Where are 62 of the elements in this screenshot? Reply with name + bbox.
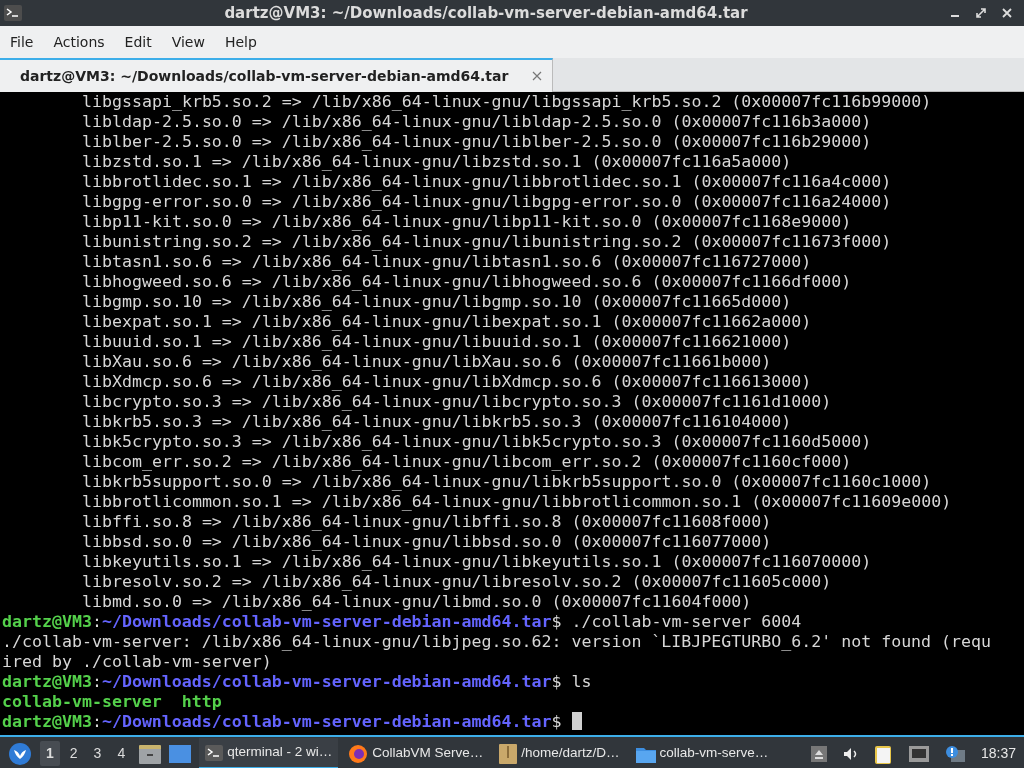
terminal-line: libmd.so.0 => /lib/x86_64-linux-gnu/libmd.so.0 (0x00007fc11604f000): [81, 592, 753, 612]
file-name: http: [181, 692, 222, 711]
browser-icon: [348, 743, 369, 764]
terminal-icon: [205, 744, 224, 761]
terminal-line: liblber-2.5.so.0 => /lib/x86_64-linux-gnu/liblber-2.5.so.0 (0x00007fc116b29000): [81, 132, 873, 152]
tab[interactable]: dartz@VM3: ~/Downloads/collab-vm-server-debian-amd64.tar: [0, 58, 554, 92]
terminal-line: libkeyutils.so.1 => /lib/x86_64-linux-gnu/libkeyutils.so.1 (0x00007fc116070000): [81, 552, 873, 572]
terminal-line: libbsd.so.0 => /lib/x86_64-linux-gnu/libbsd.so.0 (0x00007fc116077000): [81, 532, 773, 552]
menu-item[interactable]: Help: [214, 31, 267, 53]
terminal-prompt: dartz@VM3:~/Downloads/collab-vm-server-debian-amd64.tar$ ls: [2, 672, 592, 691]
terminal-line: libcrypto.so.3 => /lib/x86_64-linux-gnu/libcrypto.so.3 (0x00007fc1161d1000): [81, 392, 833, 412]
terminal-line: libgmp.so.10 => /lib/x86_64-linux-gnu/libgmp.so.10 (0x00007fc11665d000): [81, 292, 793, 312]
workspace-button[interactable]: 4: [111, 741, 132, 766]
network-icon[interactable]: [908, 745, 929, 762]
taskbar-button[interactable]: qterminal - 2 wi…: [199, 738, 339, 768]
terminal-line: ired by ./collab-vm-server): [2, 652, 273, 672]
close-icon[interactable]: [532, 71, 543, 81]
maximize-icon[interactable]: [976, 8, 986, 18]
terminal-line: libgpg-error.so.0 => /lib/x86_64-linux-gnu/libgpg-error.so.0 (0x00007fc116a24000): [81, 192, 893, 212]
terminal-line: libkrb5support.so.0 => /lib/x86_64-linux-gnu/libkrb5support.so.0 (0x00007fc1160c1000): [81, 472, 933, 492]
workspace-button[interactable]: 1: [40, 741, 60, 766]
terminal-line: libXdmcp.so.6 => /lib/x86_64-linux-gnu/libXdmcp.so.6 (0x00007fc116613000): [81, 372, 813, 392]
workspace-button[interactable]: 3: [87, 741, 108, 766]
terminal-line: libuuid.so.1 => /lib/x86_64-linux-gnu/libuuid.so.1 (0x00007fc116621000): [81, 332, 793, 352]
window-title: dartz@VM3: ~/Downloads/collab-vm-server-debian-amd64.tar: [223, 2, 749, 24]
terminal-prompt: dartz@VM3:~/Downloads/collab-vm-server-debian-amd64.tar$ ./collab-vm-server 6004: [2, 612, 802, 631]
start-menu-icon[interactable]: [8, 741, 32, 766]
taskbar-button[interactable]: collab-vm-serve…: [629, 738, 775, 768]
menu-item[interactable]: View: [161, 31, 215, 53]
terminal-line: libtasn1.so.6 => /lib/x86_64-linux-gnu/libtasn1.so.6 (0x00007fc116727000): [81, 252, 813, 272]
menu-item[interactable]: Edit: [114, 31, 162, 53]
terminal-line: libffi.so.8 => /lib/x86_64-linux-gnu/libffi.so.8 (0x00007fc11608f000): [81, 512, 773, 532]
terminal-line: libXau.so.6 => /lib/x86_64-linux-gnu/libXau.so.6 (0x00007fc11661b000): [81, 352, 773, 372]
terminal-prompt: dartz@VM3:~/Downloads/collab-vm-server-debian-amd64.tar$: [2, 712, 562, 731]
terminal-icon: [4, 5, 22, 21]
terminal-line: libkrb5.so.3 => /lib/x86_64-linux-gnu/libkrb5.so.3 (0x00007fc116104000): [81, 412, 793, 432]
desktop-icon[interactable]: [169, 744, 192, 763]
terminal-line: libexpat.so.1 => /lib/x86_64-linux-gnu/libexpat.so.1 (0x00007fc11662a000): [81, 312, 813, 332]
terminal-line: libcom_err.so.2 => /lib/x86_64-linux-gnu/libcom_err.so.2 (0x00007fc1160cf000): [81, 452, 853, 472]
eject-icon[interactable]: [810, 745, 827, 762]
terminal-line: libhogweed.so.6 => /lib/x86_64-linux-gnu/libhogweed.so.6 (0x00007fc1166df000): [81, 272, 853, 292]
terminal-line: libzstd.so.1 => /lib/x86_64-linux-gnu/libzstd.so.1 (0x00007fc116a5a000): [81, 152, 793, 172]
terminal-line: libbrotlidec.so.1 => /lib/x86_64-linux-gnu/libbrotlidec.so.1 (0x00007fc116a4c000): [81, 172, 893, 192]
terminal-line: libp11-kit.so.0 => /lib/x86_64-linux-gnu/libp11-kit.so.0 (0x00007fc1168e9000): [81, 212, 853, 232]
terminal-line: libbrotlicommon.so.1 => /lib/x86_64-linux-gnu/libbrotlicommon.so.1 (0x00007fc11609e000): [81, 492, 953, 512]
terminal-line: libk5crypto.so.3 => /lib/x86_64-linux-gnu/libk5crypto.so.3 (0x00007fc1160d5000): [81, 432, 873, 452]
terminal-line: libgssapi_krb5.so.2 => /lib/x86_64-linux-gnu/libgssapi_krb5.so.2 (0x00007fc116b99000): [81, 92, 933, 112]
terminal-line: libldap-2.5.so.0 => /lib/x86_64-linux-gnu/libldap-2.5.so.0 (0x00007fc116b3a000): [81, 112, 873, 132]
file-name: collab-vm-server: [2, 692, 162, 711]
terminal-line: ./collab-vm-server: /lib/x86_64-linux-gnu/libjpeg.so.62: version `LIBJPEGTURBO_6.2' not found (requ: [2, 632, 993, 652]
terminal-line: libunistring.so.2 => /lib/x86_64-linux-gnu/libunistring.so.2 (0x00007fc11673f000): [81, 232, 893, 252]
menu-item[interactable]: File: [0, 31, 44, 53]
taskbar-button[interactable]: CollabVM Serve…: [342, 738, 490, 768]
notification-icon[interactable]: [944, 744, 965, 763]
menu-item[interactable]: Actions: [43, 31, 115, 53]
file-cabinet-icon[interactable]: [139, 743, 162, 764]
clock: 18:37: [980, 744, 1016, 763]
terminal-line: libresolv.so.2 => /lib/x86_64-linux-gnu/libresolv.so.2 (0x00007fc11605c000): [81, 572, 833, 592]
archive-icon: [499, 743, 518, 764]
taskbar-button[interactable]: /home/dartz/D…: [493, 738, 626, 768]
workspace-button[interactable]: 2: [63, 741, 84, 766]
clipboard-icon[interactable]: [874, 743, 893, 764]
